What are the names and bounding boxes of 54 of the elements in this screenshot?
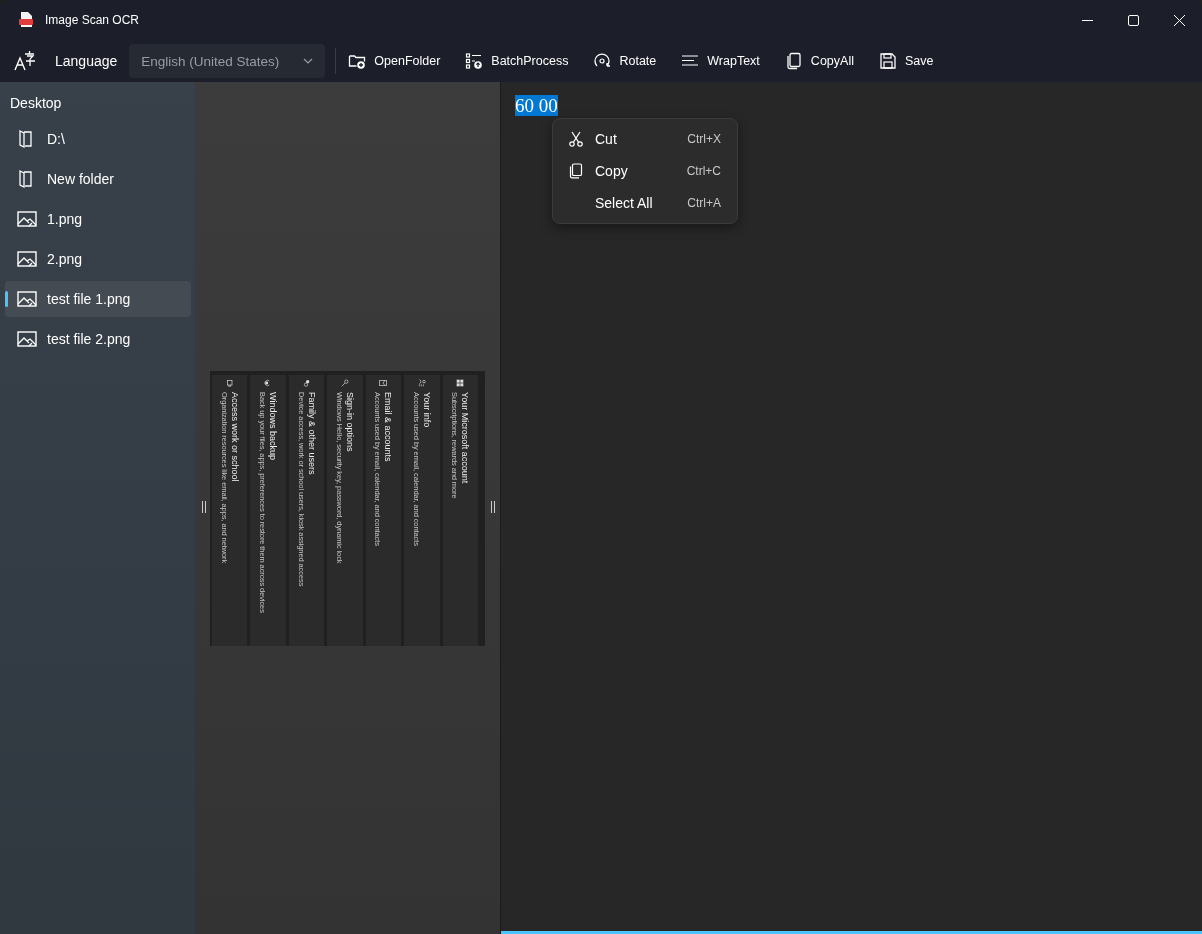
toolbar-button[interactable]: Save bbox=[872, 46, 940, 76]
window-title: Image Scan OCR bbox=[45, 13, 140, 27]
list-upload-icon bbox=[465, 52, 484, 70]
splitter-handle[interactable] bbox=[491, 501, 495, 513]
sidebar-item[interactable]: test file 2.png bbox=[5, 321, 191, 357]
card-title: Email & accounts bbox=[383, 391, 394, 462]
key-icon bbox=[341, 378, 350, 387]
menu-item[interactable]: Copy Ctrl+C bbox=[557, 155, 733, 187]
language-dropdown[interactable]: English (United States) bbox=[129, 44, 326, 78]
card-title: Your Microsoft account bbox=[460, 391, 471, 483]
mail-icon bbox=[379, 378, 388, 387]
copy-icon bbox=[568, 163, 584, 179]
image-icon bbox=[17, 209, 37, 229]
image-icon bbox=[17, 249, 37, 269]
folder-plus-icon bbox=[348, 52, 367, 70]
splitter-handle[interactable] bbox=[202, 501, 206, 513]
toolbar-button[interactable]: WrapText bbox=[675, 46, 766, 76]
grid-icon bbox=[456, 378, 465, 387]
sidebar-heading: Desktop bbox=[9, 94, 63, 113]
card-title: Windows backup bbox=[268, 391, 279, 460]
save-icon bbox=[878, 52, 897, 70]
menu-item[interactable]: Cut Ctrl+X bbox=[557, 123, 733, 155]
maximize-icon bbox=[1127, 14, 1139, 26]
rotate-icon bbox=[593, 52, 612, 70]
menu-label: Copy bbox=[595, 163, 629, 179]
image-icon bbox=[17, 289, 37, 309]
sidebar-item[interactable]: 2.png bbox=[5, 241, 191, 277]
card-title: Your info bbox=[421, 391, 432, 427]
card-title: Family & other users bbox=[306, 391, 317, 475]
sidebar-item[interactable]: New folder bbox=[5, 161, 191, 197]
toolbar-button[interactable]: Rotate bbox=[587, 46, 663, 76]
toolbar-button[interactable]: CopyAll bbox=[778, 46, 860, 76]
sidebar-item[interactable]: 1.png bbox=[5, 201, 191, 237]
language-label: Language bbox=[55, 53, 118, 69]
copy-icon bbox=[784, 52, 803, 70]
language-icon bbox=[14, 50, 36, 72]
app-icon bbox=[19, 12, 33, 28]
chevron-down-icon bbox=[303, 56, 314, 66]
scissors-icon bbox=[568, 131, 584, 147]
shortcut-text: Ctrl+A bbox=[687, 196, 721, 210]
close-icon bbox=[1173, 14, 1185, 26]
menu-label: Select All bbox=[595, 195, 654, 211]
image-icon bbox=[17, 329, 37, 349]
menu-label: Cut bbox=[595, 131, 618, 147]
sidebar-item[interactable]: test file 1.png bbox=[5, 281, 191, 317]
sidebar-item[interactable]: D:\ bbox=[5, 121, 191, 157]
selected-text[interactable]: 60 00 bbox=[515, 95, 558, 116]
menu-item[interactable]: Select All Ctrl+A bbox=[557, 187, 733, 219]
toolbar-button[interactable]: OpenFolder bbox=[342, 46, 447, 76]
shortcut-text: Ctrl+C bbox=[686, 164, 721, 178]
toolbar-button[interactable]: BatchProcess bbox=[459, 46, 575, 76]
shortcut-text: Ctrl+X bbox=[687, 132, 721, 146]
card-title: Sign-in options bbox=[345, 391, 356, 452]
card-title: Access work or school bbox=[229, 391, 240, 482]
